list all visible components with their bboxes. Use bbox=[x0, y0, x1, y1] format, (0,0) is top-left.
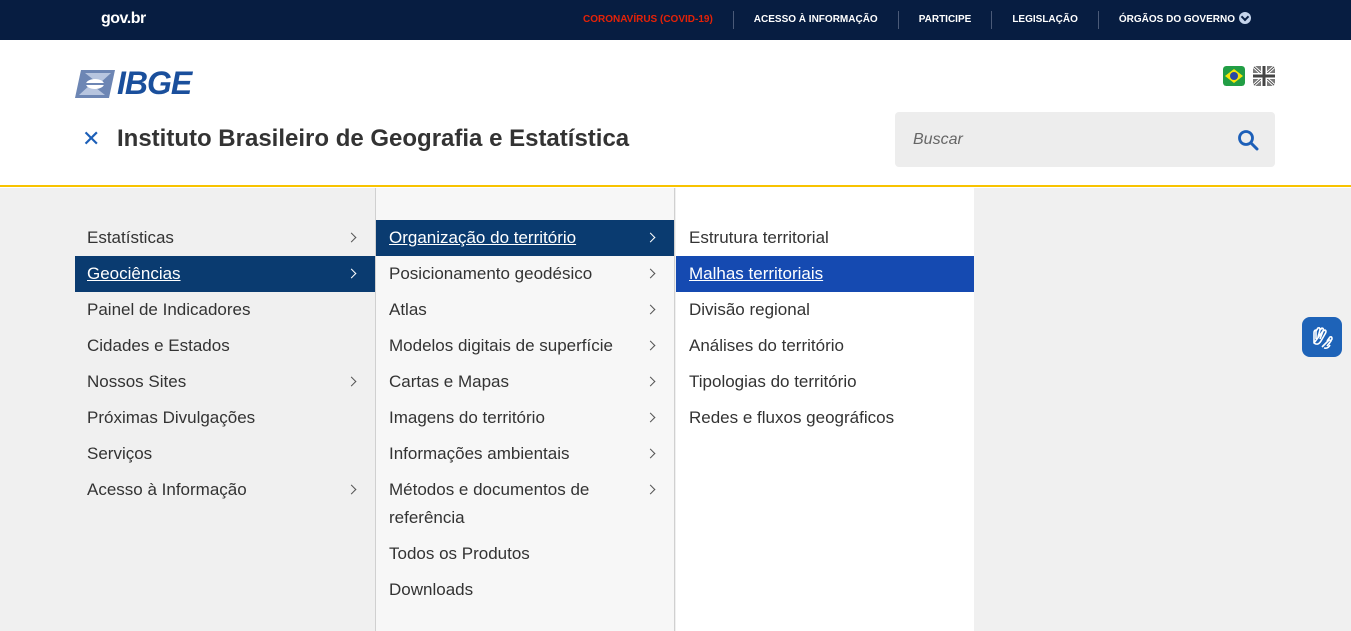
vlibras-hands-icon bbox=[1313, 326, 1333, 349]
menu-item-label: Geociências bbox=[87, 264, 181, 283]
menu-item-label: Divisão regional bbox=[689, 300, 810, 319]
menu-item-label: Atlas bbox=[389, 300, 427, 319]
menu-item-estatisticas[interactable]: Estatísticas bbox=[75, 220, 375, 256]
menu-item-label: Cidades e Estados bbox=[87, 336, 230, 355]
menu-item-cartas-mapas[interactable]: Cartas e Mapas bbox=[376, 364, 674, 400]
chevron-right-icon bbox=[346, 484, 357, 495]
chevron-right-icon bbox=[645, 412, 656, 423]
menu-item-label: Modelos digitais de superfície bbox=[389, 336, 613, 355]
menu-item-posicionamento-geodesico[interactable]: Posicionamento geodésico bbox=[376, 256, 674, 292]
menu-column-organizacao-territorio: Estrutura territorial Malhas territoriai… bbox=[676, 188, 974, 631]
mega-menu: Estatísticas Geociências Painel de Indic… bbox=[0, 188, 1351, 631]
menu-item-label: Acesso à Informação bbox=[87, 480, 247, 499]
govbr-links: CORONAVÍRUS (COVID-19) ACESSO À INFORMAÇ… bbox=[583, 0, 1251, 40]
chevron-right-icon bbox=[645, 232, 656, 243]
menu-item-downloads[interactable]: Downloads bbox=[376, 572, 674, 608]
menu-item-label: Imagens do território bbox=[389, 408, 545, 427]
menu-item-label: Análises do território bbox=[689, 336, 844, 355]
menu-item-label: Serviços bbox=[87, 444, 153, 463]
ibge-logo-text: IBGE bbox=[117, 65, 192, 101]
language-selector bbox=[1223, 66, 1275, 86]
menu-item-informacoes-ambientais[interactable]: Informações ambientais bbox=[376, 436, 674, 472]
menu-item-label: Organização do território bbox=[389, 228, 577, 247]
menu-item-geociencias[interactable]: Geociências bbox=[75, 256, 375, 292]
ibge-logo[interactable]: IBGE bbox=[75, 65, 192, 102]
covid-link[interactable]: CORONAVÍRUS (COVID-19) bbox=[583, 11, 734, 29]
orgaos-governo-link[interactable]: ÓRGÃOS DO GOVERNO bbox=[1099, 11, 1239, 29]
close-icon[interactable]: ✕ bbox=[82, 128, 100, 150]
menu-item-cidades-estados[interactable]: Cidades e Estados bbox=[75, 328, 375, 364]
menu-item-divisao-regional[interactable]: Divisão regional bbox=[676, 292, 974, 328]
govbr-top-bar: gov.br CORONAVÍRUS (COVID-19) ACESSO À I… bbox=[0, 0, 1351, 40]
menu-item-painel-indicadores[interactable]: Painel de Indicadores bbox=[75, 292, 375, 328]
menu-item-label: Métodos e documentos de referência bbox=[389, 480, 590, 527]
chevron-down-icon[interactable] bbox=[1239, 12, 1251, 24]
chevron-right-icon bbox=[645, 484, 656, 495]
acesso-informacao-link[interactable]: ACESSO À INFORMAÇÃO bbox=[734, 11, 899, 29]
search-input[interactable] bbox=[913, 112, 1213, 167]
menu-item-label: Malhas territoriais bbox=[689, 264, 824, 283]
chevron-right-icon bbox=[645, 448, 656, 459]
site-header: IBGE ✕ Instituto Brasileiro de Geografia… bbox=[0, 40, 1351, 187]
menu-item-metodos-documentos[interactable]: Métodos e documentos de referência bbox=[376, 472, 674, 536]
menu-item-label: Tipologias do território bbox=[689, 372, 857, 391]
menu-item-malhas-territoriais[interactable]: Malhas territoriais bbox=[676, 256, 974, 292]
search-icon[interactable] bbox=[1237, 129, 1259, 151]
chevron-right-icon bbox=[645, 340, 656, 351]
menu-item-label: Posicionamento geodésico bbox=[389, 264, 593, 283]
vlibras-accessibility-button[interactable] bbox=[1302, 317, 1342, 357]
ibge-logo-mark-icon bbox=[75, 69, 115, 98]
menu-item-label: Nossos Sites bbox=[87, 372, 187, 391]
menu-item-servicos[interactable]: Serviços bbox=[75, 436, 375, 472]
chevron-right-icon bbox=[645, 376, 656, 387]
menu-item-estrutura-territorial[interactable]: Estrutura territorial bbox=[676, 220, 974, 256]
menu-item-label: Redes e fluxos geográficos bbox=[689, 408, 895, 427]
menu-item-imagens-territorio[interactable]: Imagens do território bbox=[376, 400, 674, 436]
menu-item-label: Downloads bbox=[389, 580, 474, 599]
chevron-right-icon bbox=[346, 376, 357, 387]
menu-item-redes-fluxos[interactable]: Redes e fluxos geográficos bbox=[676, 400, 974, 436]
menu-item-proximas-divulgacoes[interactable]: Próximas Divulgações bbox=[75, 400, 375, 436]
menu-item-label: Painel de Indicadores bbox=[87, 300, 251, 319]
menu-column-geociencias: Organização do território Posicionamento… bbox=[375, 188, 675, 631]
menu-item-modelos-digitais[interactable]: Modelos digitais de superfície bbox=[376, 328, 674, 364]
menu-item-label: Informações ambientais bbox=[389, 444, 570, 463]
legislacao-link[interactable]: LEGISLAÇÃO bbox=[992, 11, 1099, 29]
site-title: Instituto Brasileiro de Geografia e Esta… bbox=[117, 125, 630, 152]
chevron-right-icon bbox=[346, 268, 357, 279]
menu-item-analises-territorio[interactable]: Análises do território bbox=[676, 328, 974, 364]
govbr-logo[interactable]: gov.br bbox=[101, 10, 146, 28]
menu-item-nossos-sites[interactable]: Nossos Sites bbox=[75, 364, 375, 400]
uk-flag-icon[interactable] bbox=[1253, 66, 1275, 86]
chevron-right-icon bbox=[346, 232, 357, 243]
search-box bbox=[895, 112, 1275, 167]
menu-item-label: Estatísticas bbox=[87, 228, 174, 247]
menu-item-todos-produtos[interactable]: Todos os Produtos bbox=[376, 536, 674, 572]
chevron-right-icon bbox=[645, 304, 656, 315]
menu-item-acesso-informacao[interactable]: Acesso à Informação bbox=[75, 472, 375, 508]
chevron-right-icon bbox=[645, 268, 656, 279]
menu-item-organizacao-territorio[interactable]: Organização do território bbox=[376, 220, 674, 256]
menu-column-main: Estatísticas Geociências Painel de Indic… bbox=[75, 188, 375, 631]
menu-item-label: Estrutura territorial bbox=[689, 228, 829, 247]
menu-item-label: Todos os Produtos bbox=[389, 544, 530, 563]
participe-link[interactable]: PARTICIPE bbox=[899, 11, 993, 29]
menu-item-label: Cartas e Mapas bbox=[389, 372, 509, 391]
menu-item-label: Próximas Divulgações bbox=[87, 408, 256, 427]
menu-item-tipologias-territorio[interactable]: Tipologias do território bbox=[676, 364, 974, 400]
menu-item-atlas[interactable]: Atlas bbox=[376, 292, 674, 328]
brazil-flag-icon[interactable] bbox=[1223, 66, 1245, 86]
